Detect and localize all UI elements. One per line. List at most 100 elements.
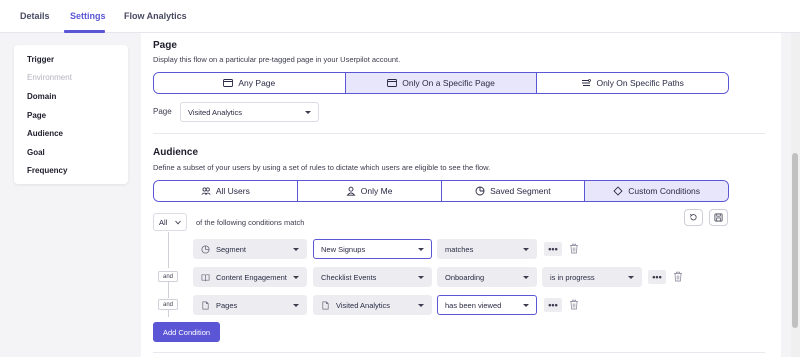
match-select-value: All bbox=[159, 217, 168, 227]
audience-section-description: Define a subset of your users by using a… bbox=[153, 163, 491, 172]
reset-button[interactable] bbox=[684, 209, 703, 226]
condition-type-select[interactable]: Pages bbox=[193, 295, 307, 315]
chevron-down-icon bbox=[418, 276, 424, 279]
sidebar-item-goal[interactable]: Goal bbox=[27, 148, 45, 157]
audience-selector: All Users Only Me Saved Segment Custom C… bbox=[153, 180, 729, 202]
condition-value-select[interactable]: New Signups bbox=[313, 239, 432, 259]
chevron-down-icon bbox=[418, 248, 424, 251]
sidebar-item-page[interactable]: Page bbox=[27, 111, 46, 120]
page-select[interactable]: Visited Analytics bbox=[180, 102, 319, 122]
condition-value-select[interactable]: Checklist Events bbox=[313, 267, 432, 287]
option-custom-conditions[interactable]: Custom Conditions bbox=[585, 181, 728, 201]
active-tab-indicator bbox=[64, 30, 105, 33]
chevron-down-icon bbox=[523, 248, 529, 251]
chevron-down-icon bbox=[293, 276, 299, 279]
condition-status-select[interactable]: is in progress bbox=[542, 267, 642, 287]
sidebar-item-environment: Environment bbox=[27, 73, 72, 82]
top-tab-bar: Details Settings Flow Analytics bbox=[0, 0, 800, 33]
more-options-button[interactable]: ••• bbox=[544, 242, 562, 256]
chevron-down-icon bbox=[628, 276, 634, 279]
condition-operator-value: Onboarding bbox=[445, 272, 485, 282]
option-label: Custom Conditions bbox=[628, 186, 701, 196]
sidebar-item-audience[interactable]: Audience bbox=[27, 129, 63, 138]
option-specific-page[interactable]: Only On a Specific Page bbox=[345, 73, 538, 93]
audience-section-title: Audience bbox=[153, 147, 199, 158]
option-specific-paths[interactable]: Only On Specific Paths bbox=[537, 73, 728, 93]
page-targeting-selector: Any Page Only On a Specific Page Only On… bbox=[153, 72, 729, 94]
condition-connector-line bbox=[168, 310, 169, 317]
page-section-title: Page bbox=[153, 40, 177, 51]
browser-window-icon bbox=[223, 79, 234, 87]
chevron-down-icon bbox=[305, 111, 311, 114]
option-label: Any Page bbox=[238, 78, 276, 88]
page-field-label: Page bbox=[153, 107, 172, 116]
condition-value-select[interactable]: Visited Analytics bbox=[313, 295, 432, 315]
users-icon bbox=[201, 187, 211, 195]
option-label: Only On a Specific Page bbox=[402, 78, 495, 88]
page-icon bbox=[201, 301, 210, 310]
add-condition-button[interactable]: Add Condition bbox=[153, 322, 220, 342]
option-label: Only Me bbox=[360, 186, 393, 196]
tab-flow-analytics[interactable]: Flow Analytics bbox=[124, 11, 187, 21]
option-any-page[interactable]: Any Page bbox=[154, 73, 346, 93]
match-select[interactable]: All bbox=[153, 213, 187, 231]
page-icon bbox=[321, 301, 330, 310]
scrollbar-thumb[interactable] bbox=[792, 153, 798, 328]
tab-settings[interactable]: Settings bbox=[70, 11, 106, 21]
chevron-down-icon bbox=[523, 304, 529, 307]
option-label: All Users bbox=[215, 186, 250, 196]
page-scrollbar[interactable] bbox=[791, 33, 800, 357]
match-description: of the following conditions match bbox=[196, 218, 305, 227]
book-icon bbox=[201, 273, 210, 282]
more-options-button[interactable]: ••• bbox=[544, 298, 562, 312]
trash-icon[interactable] bbox=[569, 243, 579, 254]
option-only-me[interactable]: Only Me bbox=[297, 181, 442, 201]
page-section-description: Display this flow on a particular pre-ta… bbox=[153, 55, 401, 64]
chevron-down-icon bbox=[523, 276, 529, 279]
option-label: Only On Specific Paths bbox=[596, 78, 684, 88]
condition-value: New Signups bbox=[321, 244, 366, 254]
diamond-icon bbox=[613, 186, 623, 196]
condition-value: Visited Analytics bbox=[336, 300, 391, 310]
condition-type-value: Content Engagement bbox=[216, 272, 287, 282]
section-divider bbox=[153, 352, 765, 353]
condition-status-value: is in progress bbox=[550, 272, 595, 282]
tab-details[interactable]: Details bbox=[20, 11, 50, 21]
pie-segment-icon bbox=[475, 186, 485, 196]
sidebar-item-frequency[interactable]: Frequency bbox=[27, 166, 67, 175]
pie-segment-icon bbox=[201, 244, 210, 254]
condition-operator-select[interactable]: matches bbox=[437, 239, 537, 259]
page-select-value: Visited Analytics bbox=[188, 107, 243, 117]
condition-operator-value: has been viewed bbox=[445, 300, 502, 310]
and-connector-badge[interactable]: and bbox=[158, 271, 178, 282]
option-saved-segment[interactable]: Saved Segment bbox=[441, 181, 586, 201]
condition-connector-line bbox=[168, 282, 169, 298]
save-button[interactable] bbox=[709, 209, 728, 226]
trash-icon[interactable] bbox=[569, 299, 579, 310]
user-icon bbox=[346, 186, 356, 196]
more-options-button[interactable]: ••• bbox=[648, 270, 666, 284]
trash-icon[interactable] bbox=[673, 271, 683, 282]
condition-type-select[interactable]: Content Engagement bbox=[193, 267, 307, 287]
chevron-down-icon bbox=[175, 220, 181, 225]
chevron-down-icon bbox=[293, 248, 299, 251]
section-divider bbox=[153, 133, 765, 134]
settings-sidebar: Trigger Environment Domain Page Audience… bbox=[14, 45, 128, 184]
condition-type-value: Segment bbox=[216, 244, 247, 254]
condition-type-value: Pages bbox=[216, 300, 238, 310]
condition-connector-line bbox=[168, 232, 169, 268]
refresh-icon bbox=[689, 214, 697, 221]
floppy-disk-icon bbox=[714, 213, 723, 222]
chevron-down-icon bbox=[293, 304, 299, 307]
chevron-down-icon bbox=[418, 304, 424, 307]
condition-operator-select[interactable]: has been viewed bbox=[437, 295, 537, 315]
browser-window-icon bbox=[387, 79, 398, 87]
option-all-users[interactable]: All Users bbox=[154, 181, 298, 201]
condition-operator-select[interactable]: Onboarding bbox=[437, 267, 537, 287]
condition-value: Checklist Events bbox=[321, 272, 377, 282]
condition-type-select[interactable]: Segment bbox=[193, 239, 307, 259]
sidebar-item-domain[interactable]: Domain bbox=[27, 92, 56, 101]
path-icon bbox=[582, 79, 592, 86]
sidebar-item-trigger[interactable]: Trigger bbox=[27, 55, 54, 64]
and-connector-badge[interactable]: and bbox=[158, 299, 178, 310]
